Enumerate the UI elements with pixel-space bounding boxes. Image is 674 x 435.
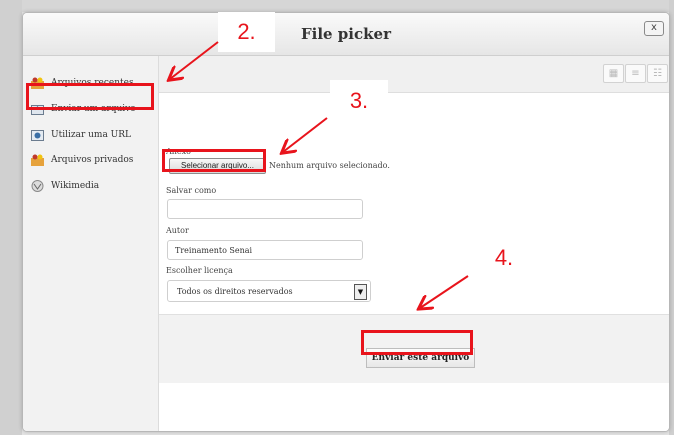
arrow-step4 xyxy=(420,275,469,308)
arrow-step2 xyxy=(170,41,219,79)
annotation-arrows xyxy=(0,41,469,435)
arrow-step3 xyxy=(283,117,328,152)
